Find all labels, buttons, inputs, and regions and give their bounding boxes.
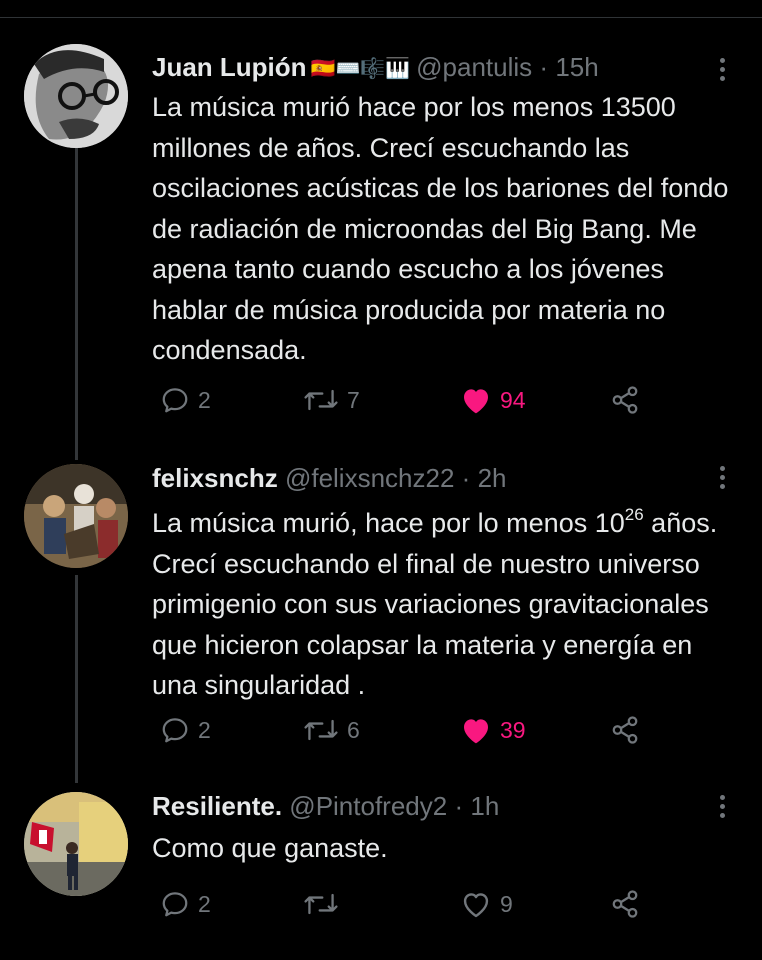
timestamp[interactable]: 2h [478, 463, 507, 493]
retweet-button[interactable]: 7 [303, 380, 360, 420]
avatar[interactable] [24, 792, 128, 896]
timestamp[interactable]: 1h [470, 791, 499, 821]
more-options-icon[interactable] [715, 466, 729, 490]
reply-count: 2 [198, 890, 211, 917]
retweet-icon [304, 719, 338, 741]
thread-connector-line [75, 575, 78, 783]
heart-icon [464, 719, 488, 744]
reply-count: 2 [198, 386, 211, 413]
reply-icon [162, 892, 188, 917]
share-button[interactable] [610, 710, 640, 750]
share-button[interactable] [610, 380, 640, 420]
display-name[interactable]: Resiliente. [152, 791, 282, 821]
like-count: 94 [500, 386, 526, 413]
retweet-count: 7 [347, 386, 360, 413]
like-button[interactable]: 39 [460, 710, 526, 750]
tweet-text: La música murió hace por los menos 13500… [152, 92, 729, 365]
tweet-actions: 2 7 94 [0, 380, 762, 420]
separator-dot: · [461, 463, 471, 493]
top-divider [0, 17, 762, 18]
share-icon [612, 716, 638, 744]
avatar-image [24, 792, 128, 896]
heart-icon [464, 389, 488, 414]
reply-button[interactable]: 2 [160, 710, 211, 750]
retweet-icon [304, 389, 338, 411]
user-handle[interactable]: @Pintofredy2 [289, 791, 447, 821]
display-name[interactable]: felixsnchz [152, 463, 278, 493]
avatar[interactable] [24, 464, 128, 568]
separator-dot: · [539, 52, 549, 82]
like-button[interactable]: 9 [460, 884, 513, 924]
retweet-button[interactable] [303, 884, 347, 924]
share-icon [612, 386, 638, 414]
reply-button[interactable]: 2 [160, 884, 211, 924]
tweet-text: La música murió, hace por lo menos 1026 … [152, 497, 732, 706]
more-options-icon[interactable] [715, 795, 729, 819]
user-handle[interactable]: @felixsnchz22 [285, 463, 454, 493]
tweet-header: Resiliente. @Pintofredy2 · 1h [152, 791, 499, 821]
reply-button[interactable]: 2 [160, 380, 211, 420]
retweet-button[interactable]: 6 [303, 710, 360, 750]
avatar-image [24, 464, 128, 568]
name-emoji-flags: 🇪🇸⌨️🎼🎹 [310, 58, 411, 81]
like-button[interactable]: 94 [460, 380, 526, 420]
tweet-text-part: La música murió, hace por lo menos 10 [152, 508, 625, 538]
avatar-image [24, 44, 128, 148]
tweet-text-exponent: 26 [624, 505, 644, 524]
tweet-header: felixsnchz @felixsnchz22 · 2h [152, 463, 507, 493]
avatar[interactable] [24, 44, 128, 148]
retweet-count: 6 [347, 716, 360, 743]
reply-icon [162, 718, 188, 743]
more-options-icon[interactable] [715, 58, 729, 82]
share-button[interactable] [610, 884, 640, 924]
tweet-actions: 2 6 39 [0, 710, 762, 750]
heart-icon [463, 893, 489, 918]
share-icon [612, 890, 638, 918]
display-name[interactable]: Juan Lupión [152, 52, 307, 82]
reply-icon [162, 388, 188, 413]
retweet-icon [304, 893, 338, 915]
user-handle[interactable]: @pantulis [416, 52, 532, 82]
tweet-text: Como que ganaste. [152, 833, 388, 863]
separator-dot: · [454, 791, 464, 821]
like-count: 9 [500, 890, 513, 917]
tweet-header: Juan Lupión 🇪🇸⌨️🎼🎹 @pantulis · 15h [152, 52, 599, 84]
reply-count: 2 [198, 716, 211, 743]
like-count: 39 [500, 716, 526, 743]
timestamp[interactable]: 15h [555, 52, 598, 82]
tweet-actions: 2 9 [0, 884, 762, 924]
